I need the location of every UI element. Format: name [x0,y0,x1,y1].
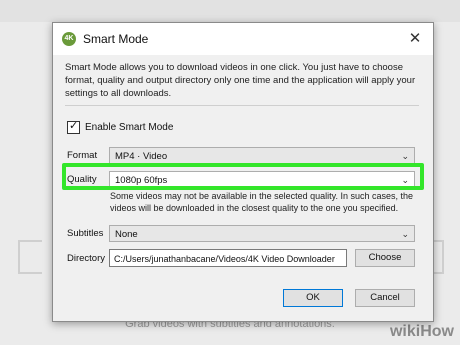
background-toolbar [0,0,460,22]
directory-input[interactable]: C:/Users/junathanbacane/Videos/4K Video … [109,249,347,267]
app-logo-icon: 4K [62,32,76,46]
choose-button[interactable]: Choose [355,249,415,267]
ok-button[interactable]: OK [283,289,343,307]
chevron-down-icon: ⌄ [401,229,409,239]
check-icon: ✓ [69,120,79,132]
directory-label: Directory [67,253,106,264]
subtitles-select[interactable]: None ⌄ [109,225,415,242]
divider [65,105,419,106]
enable-smart-mode-label: Enable Smart Mode [85,122,174,134]
enable-smart-mode-row[interactable]: ✓ Enable Smart Mode [67,120,174,134]
enable-smart-mode-checkbox[interactable]: ✓ [67,120,80,134]
cancel-button[interactable]: Cancel [355,289,415,307]
format-select[interactable]: MP4 · Video ⌄ [109,147,415,164]
format-label: Format [67,150,98,161]
quality-note: Some videos may not be available in the … [110,191,414,213]
subtitles-value: None [115,229,138,240]
dialog-titlebar: 4K Smart Mode ✕ [53,23,433,55]
watermark: wikiHow [390,323,454,341]
watermark-how: How [420,323,454,340]
subtitles-label: Subtitles [67,228,104,239]
dialog-description: Smart Mode allows you to download videos… [65,62,416,99]
quality-highlight-box [62,163,424,190]
format-value: MP4 · Video [115,151,168,162]
background-frame-left [18,240,42,274]
watermark-wiki: wiki [389,323,421,340]
close-icon[interactable]: ✕ [405,29,425,49]
dialog-title: Smart Mode [83,32,149,46]
